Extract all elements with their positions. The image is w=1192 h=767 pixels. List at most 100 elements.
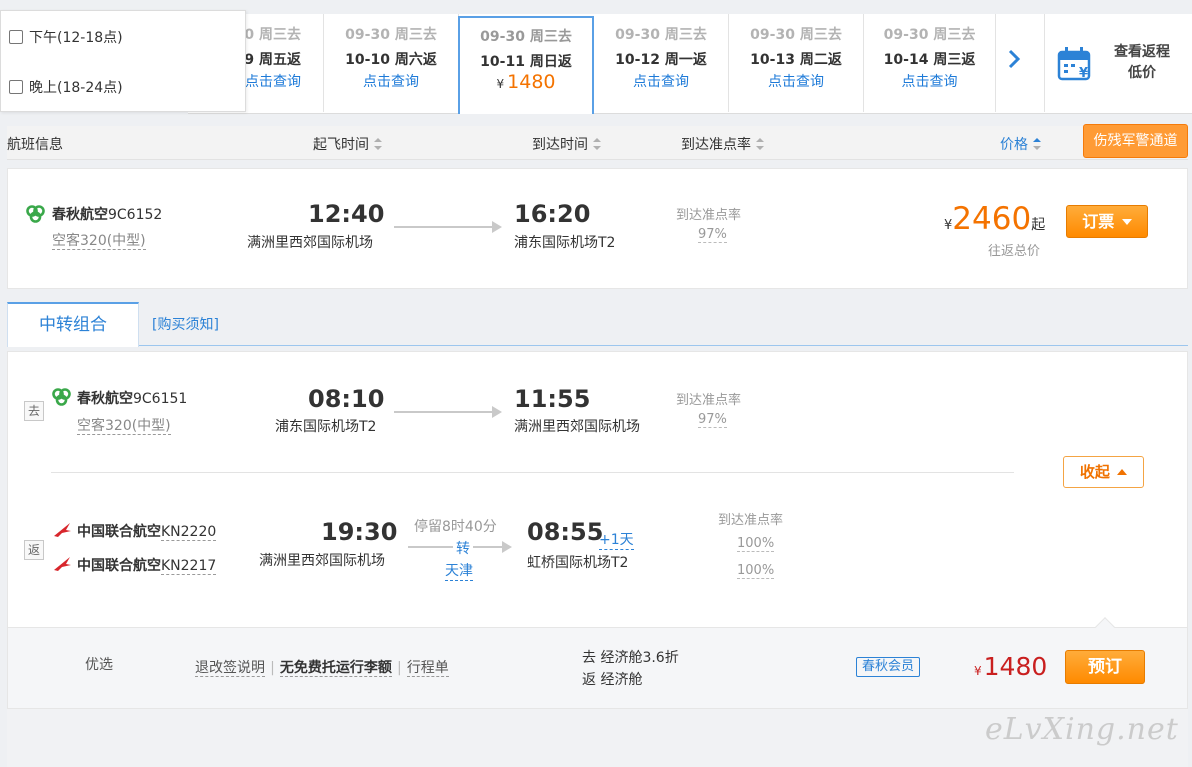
book-button[interactable]: 预订 (1065, 650, 1145, 684)
arrive-time: 16:20 (514, 200, 591, 228)
return-low-price-line2: 低价 (1128, 65, 1156, 81)
transfer-combo-panel: 去 春秋航空9C6151 空客320(中型) 08:10 浦东国际机场T2 11… (7, 351, 1188, 627)
checkbox-afternoon[interactable] (9, 30, 23, 44)
chevron-right-icon[interactable] (996, 48, 1032, 78)
airline-label: 春秋航空 (52, 207, 108, 223)
book-ticket-button[interactable]: 订票 (1066, 205, 1148, 238)
return-depart-airport: 满洲里西郊国际机场 (259, 553, 385, 569)
date-go: 09-30 周三去 (615, 27, 707, 43)
airline-label: 中国联合航空 (77, 524, 161, 540)
transfer-label: 转 (453, 538, 473, 558)
price-note: 往返总价 (988, 244, 1041, 259)
time-filter-afternoon-label: 下午(12-18点) (29, 30, 123, 46)
date-cell-1014[interactable]: 09-30 周三去 10-14 周三返 点击查询 (864, 14, 996, 112)
tab-underline (139, 345, 1188, 346)
stopover-duration: 停留8时40分 (414, 519, 497, 535)
ontime-value[interactable]: 97% (698, 412, 727, 428)
date-cell-1010[interactable]: 09-30 周三去 10-10 周六返 点击查询 (324, 14, 459, 112)
outbound-tag: 去 (24, 401, 44, 421)
date-back: 10-12 周一返 (615, 52, 707, 68)
aircraft-label: 空客320(中型) (52, 233, 146, 250)
date-go: 09-30 周三去 (345, 27, 437, 43)
china-united-airlines-logo-icon (54, 523, 71, 537)
date-go: 09-30 周三去 (750, 27, 842, 43)
flight-number: 9C6152 (108, 207, 163, 223)
outbound-depart-airport: 浦东国际机场T2 (275, 419, 377, 435)
date-cell-1012[interactable]: 09-30 周三去 10-12 周一返 点击查询 (594, 14, 729, 112)
flight-number[interactable]: KN2217 (161, 558, 217, 575)
fare-option-row: 优选 退改签说明 | 无免费托运行李额 | 行程单 去 经济舱3.6折 返 经济… (7, 617, 1188, 709)
spring-member-badge[interactable]: 春秋会员 (856, 657, 921, 677)
spring-airlines-logo-icon (52, 388, 71, 406)
sort-depart-time[interactable]: 起飞时间 (313, 134, 382, 154)
outbound-airline: 春秋航空9C6151 (77, 388, 187, 408)
return-tag: 返 (24, 540, 44, 560)
flight-number[interactable]: KN2220 (161, 524, 217, 541)
airline-label: 春秋航空 (77, 391, 133, 407)
arrow-right-icon (492, 221, 502, 233)
date-price-value: 1480 (507, 71, 556, 93)
flight-list-header: 航班信息 起飞时间 到达时间 到达准点率 价格 伤残军警通道 (7, 124, 1188, 160)
leg-divider (51, 472, 1014, 473)
separator: | (270, 660, 275, 676)
yen-symbol: ¥ (496, 77, 505, 91)
aircraft-type[interactable]: 空客320(中型) (52, 230, 146, 250)
flight-price-value: 2460 (952, 201, 1032, 237)
yen-symbol: ¥ (974, 664, 982, 678)
ontime-value[interactable]: 97% (698, 227, 727, 243)
checkbox-evening[interactable] (9, 80, 23, 94)
tab-transfer-combo[interactable]: 中转组合 (7, 302, 139, 347)
date-cell-1011-selected[interactable]: 09-30 周三去 10-11 周日返 ¥1480 (458, 16, 594, 114)
airline-name: 春秋航空9C6152 (52, 204, 162, 224)
aircraft-label: 空客320(中型) (77, 418, 171, 435)
time-filter-evening-label: 晚上(18-24点) (29, 80, 123, 96)
spring-airlines-logo-icon (26, 205, 45, 223)
query-link[interactable]: 点击查询 (324, 71, 458, 91)
query-link[interactable]: 点击查询 (864, 71, 995, 91)
outbound-depart-time: 08:10 (308, 385, 385, 413)
refund-rules-link[interactable]: 退改签说明 (195, 660, 265, 677)
fare-tag: 优选 (85, 657, 113, 673)
outbound-aircraft[interactable]: 空客320(中型) (77, 415, 171, 435)
sort-price[interactable]: 价格 (1000, 134, 1041, 154)
veteran-channel-button[interactable]: 伤残军警通道 (1083, 124, 1188, 158)
itinerary-link[interactable]: 行程单 (406, 660, 449, 677)
header-arrive-time: 到达时间 (532, 137, 588, 153)
ontime-value-2[interactable]: 100% (737, 563, 775, 579)
header-price: 价格 (1000, 137, 1028, 153)
cabin-go: 去 经济舱3.6折 (582, 650, 679, 666)
airline-label: 中国联合航空 (77, 558, 161, 574)
sort-icon (593, 138, 601, 150)
arrow-right-icon (492, 406, 502, 418)
collapse-button[interactable]: 收起 (1063, 456, 1144, 488)
price-suffix: 起 (1031, 217, 1046, 233)
sort-ontime-rate[interactable]: 到达准点率 (681, 134, 764, 154)
outbound-arrive-airport: 满洲里西郊国际机场 (514, 419, 640, 435)
baggage-info-link[interactable]: 无免费托运行李额 (279, 660, 392, 677)
query-link[interactable]: 点击查询 (729, 71, 863, 91)
return-arrive-time: 08:55 (527, 518, 604, 546)
query-link[interactable]: 点击查询 (594, 71, 728, 91)
transfer-city-link[interactable]: 天津 (445, 560, 473, 581)
fare-price-value: 1480 (983, 652, 1048, 681)
sort-icon (374, 138, 382, 150)
flight-card: 春秋航空9C6152 空客320(中型) 12:40 满洲里西郊国际机场 16:… (7, 168, 1188, 289)
flight-number: 9C6151 (133, 391, 188, 407)
date-go: 09-30 周三去 (883, 27, 976, 43)
ontime-value-1[interactable]: 100% (737, 536, 775, 552)
sort-arrive-time[interactable]: 到达时间 (532, 134, 601, 154)
arrive-airport: 浦东国际机场T2 (514, 235, 616, 251)
date-cell-1013[interactable]: 09-30 周三去 10-13 周二返 点击查询 (729, 14, 864, 112)
return-depart-time: 19:30 (321, 518, 398, 546)
return-low-price-button[interactable]: ¥ 查看返程 低价 (1044, 14, 1192, 112)
plus-day-badge[interactable]: +1天 (599, 529, 634, 550)
fare-price: ¥1480 (974, 652, 1047, 681)
time-filter-evening[interactable]: 晚上(18-24点) (9, 77, 123, 97)
calendar-yen-icon: ¥ (1057, 47, 1091, 81)
separator: | (397, 660, 402, 676)
collapse-label: 收起 (1079, 463, 1110, 481)
depart-time: 12:40 (308, 200, 385, 228)
purchase-notice-link[interactable]: [购买须知] (152, 314, 219, 334)
time-filter-afternoon[interactable]: 下午(12-18点) (9, 27, 123, 47)
return-arrive-airport: 虹桥国际机场T2 (527, 555, 629, 571)
